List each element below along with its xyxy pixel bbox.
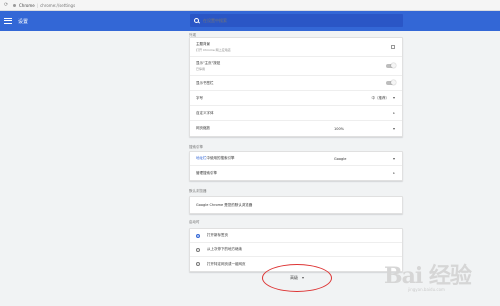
radio-selected-icon[interactable] <box>196 233 200 238</box>
theme-label: 主题背景 <box>196 42 210 46</box>
default-browser-status: Google Chrome 是您的默认浏览器 <box>196 202 253 207</box>
settings-search-box[interactable] <box>190 14 403 27</box>
font-size-label: 字号 <box>196 95 203 100</box>
chevron-down-icon <box>393 127 395 130</box>
bookmarks-bar-label: 显示书签栏 <box>196 80 214 85</box>
custom-fonts-row[interactable]: 自定义字体 ▸ <box>190 106 402 121</box>
search-icon <box>194 18 199 23</box>
chevron-down-icon <box>393 157 395 160</box>
home-button-label: 显示"主页"按钮 <box>196 61 221 65</box>
home-button-toggle[interactable] <box>386 63 396 68</box>
refresh-icon[interactable]: ⟳ <box>4 2 10 8</box>
browser-address-bar[interactable]: ⟳ Chrome | chrome://settings <box>0 0 500 11</box>
font-size-row[interactable]: 字号 中（推荐） <box>190 91 402 106</box>
chevron-down-icon <box>393 97 395 99</box>
address-bar-link[interactable]: 地址栏 <box>196 156 207 160</box>
section-caption-default-browser: 默认浏览器 <box>189 189 207 193</box>
hamburger-menu-icon[interactable] <box>4 17 12 25</box>
page-zoom-value[interactable]: 100% <box>334 127 344 131</box>
open-external-icon[interactable] <box>391 45 395 49</box>
startup-option[interactable]: 从上次停下的地方继续 <box>190 243 402 257</box>
advanced-label: 高级 <box>290 275 298 280</box>
search-engine-row[interactable]: 地址栏中使用的搜索引擎 Google <box>190 152 402 166</box>
default-browser-row: Google Chrome 是您的默认浏览器 <box>190 197 402 213</box>
search-engine-label: 中使用的搜索引擎 <box>206 156 235 160</box>
theme-sublabel: 打开 Chrome 网上应用店 <box>196 48 231 52</box>
startup-option[interactable]: 打开新标签页 <box>190 229 402 243</box>
home-button-sublabel: 已停用 <box>196 67 206 71</box>
section-caption-search-engine: 搜索引擎 <box>189 145 203 149</box>
advanced-button[interactable]: 高级 <box>262 264 332 292</box>
address-url[interactable]: chrome://settings <box>40 3 75 8</box>
page-zoom-label: 网页缩放 <box>196 126 210 130</box>
settings-header: 设置 <box>0 11 500 31</box>
manage-search-engines-row[interactable]: 管理搜索引擎 ▸ <box>190 166 402 180</box>
baidu-jingyan-watermark: Bai 经验 jingyan.baidu.com <box>384 258 494 298</box>
chevron-right-icon: ▸ <box>393 111 395 115</box>
search-engine-card: 地址栏中使用的搜索引擎 Google 管理搜索引擎 ▸ <box>189 151 403 181</box>
home-button-row[interactable]: 显示"主页"按钮 已停用 <box>190 57 402 76</box>
bookmarks-bar-toggle[interactable] <box>386 80 396 85</box>
theme-row[interactable]: 主题背景 打开 Chrome 网上应用店 <box>190 38 402 57</box>
address-divider: | <box>36 2 39 8</box>
bookmarks-bar-row[interactable]: 显示书签栏 <box>190 76 402 91</box>
radio-icon[interactable] <box>196 247 200 252</box>
address-chip: Chrome <box>19 2 35 8</box>
startup-option-label: 从上次停下的地方继续 <box>207 247 242 251</box>
search-engine-value[interactable]: Google <box>334 157 346 161</box>
default-browser-card: Google Chrome 是您的默认浏览器 <box>189 196 403 214</box>
font-size-value: 中（推荐） <box>371 95 390 100</box>
page-zoom-row[interactable]: 网页缩放 100% <box>190 121 402 136</box>
secure-icon <box>13 3 16 7</box>
section-caption-on-startup: 启动时 <box>189 220 200 224</box>
manage-search-engines-label: 管理搜索引擎 <box>196 170 217 175</box>
search-input[interactable] <box>203 18 373 23</box>
custom-fonts-label: 自定义字体 <box>196 110 214 115</box>
chevron-down-icon <box>302 277 304 279</box>
radio-icon[interactable] <box>196 262 200 266</box>
startup-option-label: 打开新标签页 <box>207 233 228 237</box>
chevron-right-icon: ▸ <box>393 171 395 175</box>
page-title: 设置 <box>18 18 29 25</box>
appearance-card: 主题背景 打开 Chrome 网上应用店 显示"主页"按钮 已停用 显示书签栏 … <box>189 37 403 137</box>
font-size-select[interactable]: 中（推荐） <box>371 95 395 101</box>
startup-option-label: 打开特定网页或一组网页 <box>207 261 246 266</box>
watermark-logo: Bai 经验 <box>384 263 472 289</box>
